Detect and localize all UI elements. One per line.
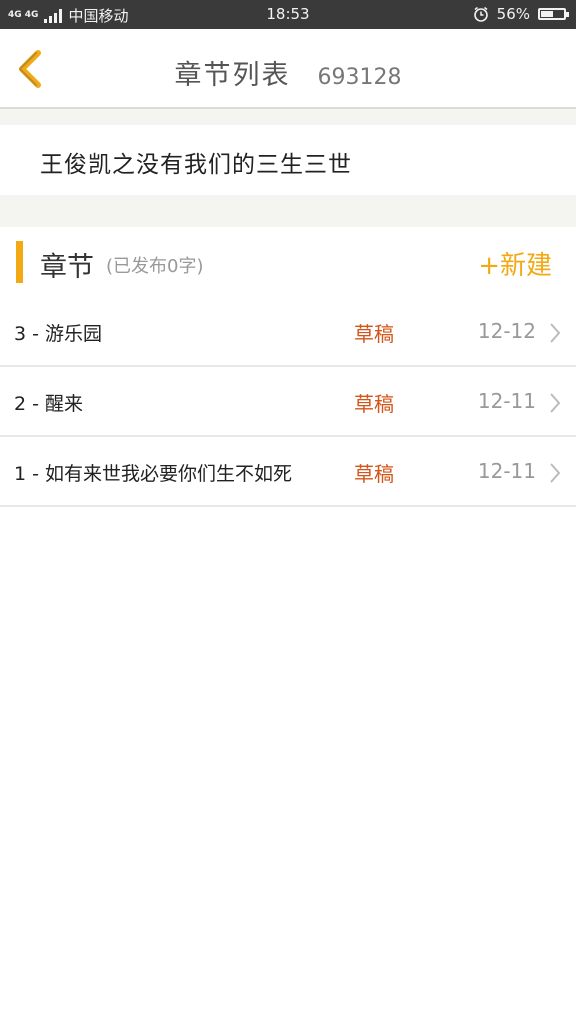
chapter-status: 草稿: [354, 392, 394, 416]
header-center: 章节列表 693128: [0, 53, 576, 92]
chapter-status: 草稿: [354, 322, 394, 346]
new-chapter-button[interactable]: +新建: [478, 245, 552, 282]
chapter-title: 3 - 游乐园: [14, 323, 103, 345]
section-accent-bar: [16, 241, 23, 283]
page-title: 章节列表: [174, 60, 291, 91]
section-divider: [0, 195, 576, 227]
battery-percent: 56%: [496, 5, 530, 23]
book-title: 王俊凯之没有我们的三生三世: [40, 152, 352, 178]
chapter-status: 草稿: [354, 462, 394, 486]
chapter-date: 12-11: [477, 389, 536, 413]
status-right: 56%: [473, 5, 569, 23]
published-word-count: (已发布0字): [106, 256, 204, 277]
chapter-title: 2 - 醒来: [14, 393, 84, 415]
section-label: 章节: [40, 252, 94, 283]
chevron-right-icon: [550, 323, 561, 343]
section-divider: [0, 109, 576, 125]
chapter-section-header: 章节 (已发布0字) +新建: [0, 227, 576, 298]
chapter-title: 1 - 如有来世我必要你们生不如死: [14, 463, 293, 485]
book-title-row: 王俊凯之没有我们的三生三世: [0, 125, 576, 195]
battery-icon: [538, 8, 569, 20]
chapter-date: 12-11: [477, 459, 536, 483]
chevron-right-icon: [550, 393, 561, 413]
alarm-clock-icon: [473, 6, 488, 22]
book-id: 693128: [317, 65, 402, 90]
app-header: 章节列表 693128: [0, 29, 576, 109]
chapter-row[interactable]: 1 - 如有来世我必要你们生不如死 草稿 12-11: [0, 437, 576, 507]
chapter-date: 12-12: [477, 319, 536, 343]
battery-fill: [541, 11, 554, 17]
status-bar: 4G 4G 中国移动 18:53 56%: [0, 0, 576, 29]
chapter-row[interactable]: 3 - 游乐园 草稿 12-12: [0, 297, 576, 367]
chapter-row[interactable]: 2 - 醒来 草稿 12-11: [0, 367, 576, 437]
chevron-right-icon: [550, 463, 561, 483]
